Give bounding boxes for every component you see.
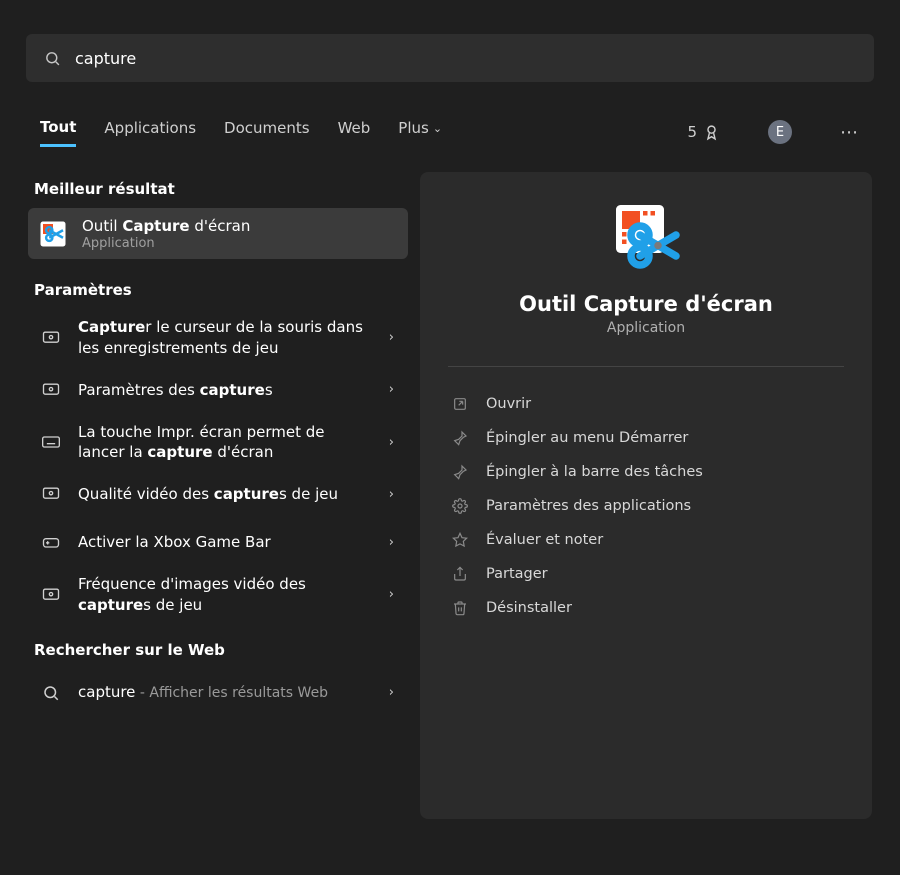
- search-input[interactable]: [75, 49, 856, 68]
- tab-applications[interactable]: Applications: [104, 119, 196, 145]
- divider: [448, 366, 844, 367]
- user-avatar[interactable]: E: [768, 120, 792, 144]
- setting-result-title: Activer la Xbox Game Bar: [78, 532, 375, 552]
- best-result-item[interactable]: Outil Capture d'écran Application: [28, 208, 408, 259]
- chevron-right-icon: ›: [389, 487, 398, 502]
- panel-subtitle: Application: [607, 320, 685, 336]
- settings-screen-icon: [38, 377, 64, 403]
- search-icon: [44, 50, 61, 67]
- search-icon: [38, 680, 64, 706]
- action-open[interactable]: Ouvrir: [446, 387, 846, 421]
- chevron-right-icon: ›: [389, 435, 398, 450]
- snipping-tool-icon: [38, 219, 68, 249]
- setting-result-framerate[interactable]: Fréquence d'images vidéo des captures de…: [28, 566, 408, 623]
- share-icon: [452, 566, 470, 582]
- action-label: Paramètres des applications: [486, 498, 691, 514]
- settings-screen-icon: [38, 325, 64, 351]
- action-label: Désinstaller: [486, 600, 572, 616]
- chevron-right-icon: ›: [389, 535, 398, 550]
- setting-result-cursor-capture[interactable]: Capturer le curseur de la souris dans le…: [28, 309, 408, 366]
- setting-result-title: Capturer le curseur de la souris dans le…: [78, 317, 375, 358]
- chevron-right-icon: ›: [389, 685, 398, 700]
- chevron-right-icon: ›: [389, 382, 398, 397]
- more-menu-button[interactable]: ⋯: [840, 122, 860, 143]
- section-search-web: Rechercher sur le Web: [28, 633, 408, 669]
- action-share[interactable]: Partager: [446, 557, 846, 591]
- pin-icon: [452, 464, 470, 480]
- settings-screen-icon: [38, 582, 64, 608]
- trash-icon: [452, 600, 470, 616]
- action-app-settings[interactable]: Paramètres des applications: [446, 489, 846, 523]
- action-label: Épingler à la barre des tâches: [486, 464, 703, 480]
- star-icon: [452, 532, 470, 548]
- best-result-subtitle: Application: [82, 236, 398, 251]
- section-best-result: Meilleur résultat: [28, 172, 408, 208]
- tab-more[interactable]: Plus ⌄: [398, 119, 442, 145]
- settings-screen-icon: [38, 481, 64, 507]
- action-label: Évaluer et noter: [486, 532, 603, 548]
- setting-result-xbox-gamebar[interactable]: Activer la Xbox Game Bar ›: [28, 518, 408, 566]
- tab-more-label: Plus: [398, 119, 429, 137]
- web-result-title: capture - Afficher les résultats Web: [78, 682, 375, 703]
- points-value: 5: [687, 123, 697, 141]
- section-settings: Paramètres: [28, 273, 408, 309]
- action-label: Épingler au menu Démarrer: [486, 430, 688, 446]
- setting-result-capture-settings[interactable]: Paramètres des captures ›: [28, 366, 408, 414]
- setting-result-video-quality[interactable]: Qualité vidéo des captures de jeu ›: [28, 470, 408, 518]
- setting-result-title: Paramètres des captures: [78, 380, 375, 400]
- web-search-result[interactable]: capture - Afficher les résultats Web ›: [28, 669, 408, 717]
- setting-result-title: La touche Impr. écran permet de lancer l…: [78, 422, 375, 463]
- setting-result-printscreen[interactable]: La touche Impr. écran permet de lancer l…: [28, 414, 408, 471]
- details-panel: Outil Capture d'écran Application Ouvrir…: [420, 172, 872, 819]
- tab-all[interactable]: Tout: [40, 118, 76, 147]
- action-pin-start[interactable]: Épingler au menu Démarrer: [446, 421, 846, 455]
- tab-web[interactable]: Web: [338, 119, 371, 145]
- gamebar-icon: [38, 529, 64, 555]
- chevron-right-icon: ›: [389, 330, 398, 345]
- action-label: Partager: [486, 566, 548, 582]
- setting-result-title: Fréquence d'images vidéo des captures de…: [78, 574, 375, 615]
- pin-icon: [452, 430, 470, 446]
- panel-app-icon: [610, 202, 682, 274]
- tab-documents[interactable]: Documents: [224, 119, 310, 145]
- gear-icon: [452, 498, 470, 514]
- chevron-right-icon: ›: [389, 587, 398, 602]
- panel-title: Outil Capture d'écran: [519, 292, 773, 316]
- setting-result-title: Qualité vidéo des captures de jeu: [78, 484, 375, 504]
- action-pin-taskbar[interactable]: Épingler à la barre des tâches: [446, 455, 846, 489]
- action-uninstall[interactable]: Désinstaller: [446, 591, 846, 625]
- best-result-title: Outil Capture d'écran: [82, 216, 398, 236]
- action-rate[interactable]: Évaluer et noter: [446, 523, 846, 557]
- chevron-down-icon: ⌄: [433, 122, 442, 135]
- keyboard-icon: [38, 429, 64, 455]
- results-column: Meilleur résultat Outil Capture d'écran …: [28, 172, 408, 819]
- action-label: Ouvrir: [486, 396, 531, 412]
- rewards-points[interactable]: 5: [687, 123, 720, 141]
- tabs-row: Tout Applications Documents Web Plus ⌄ 5…: [0, 110, 900, 154]
- search-bar[interactable]: [26, 34, 874, 82]
- open-icon: [452, 396, 470, 412]
- rewards-icon: [703, 124, 720, 141]
